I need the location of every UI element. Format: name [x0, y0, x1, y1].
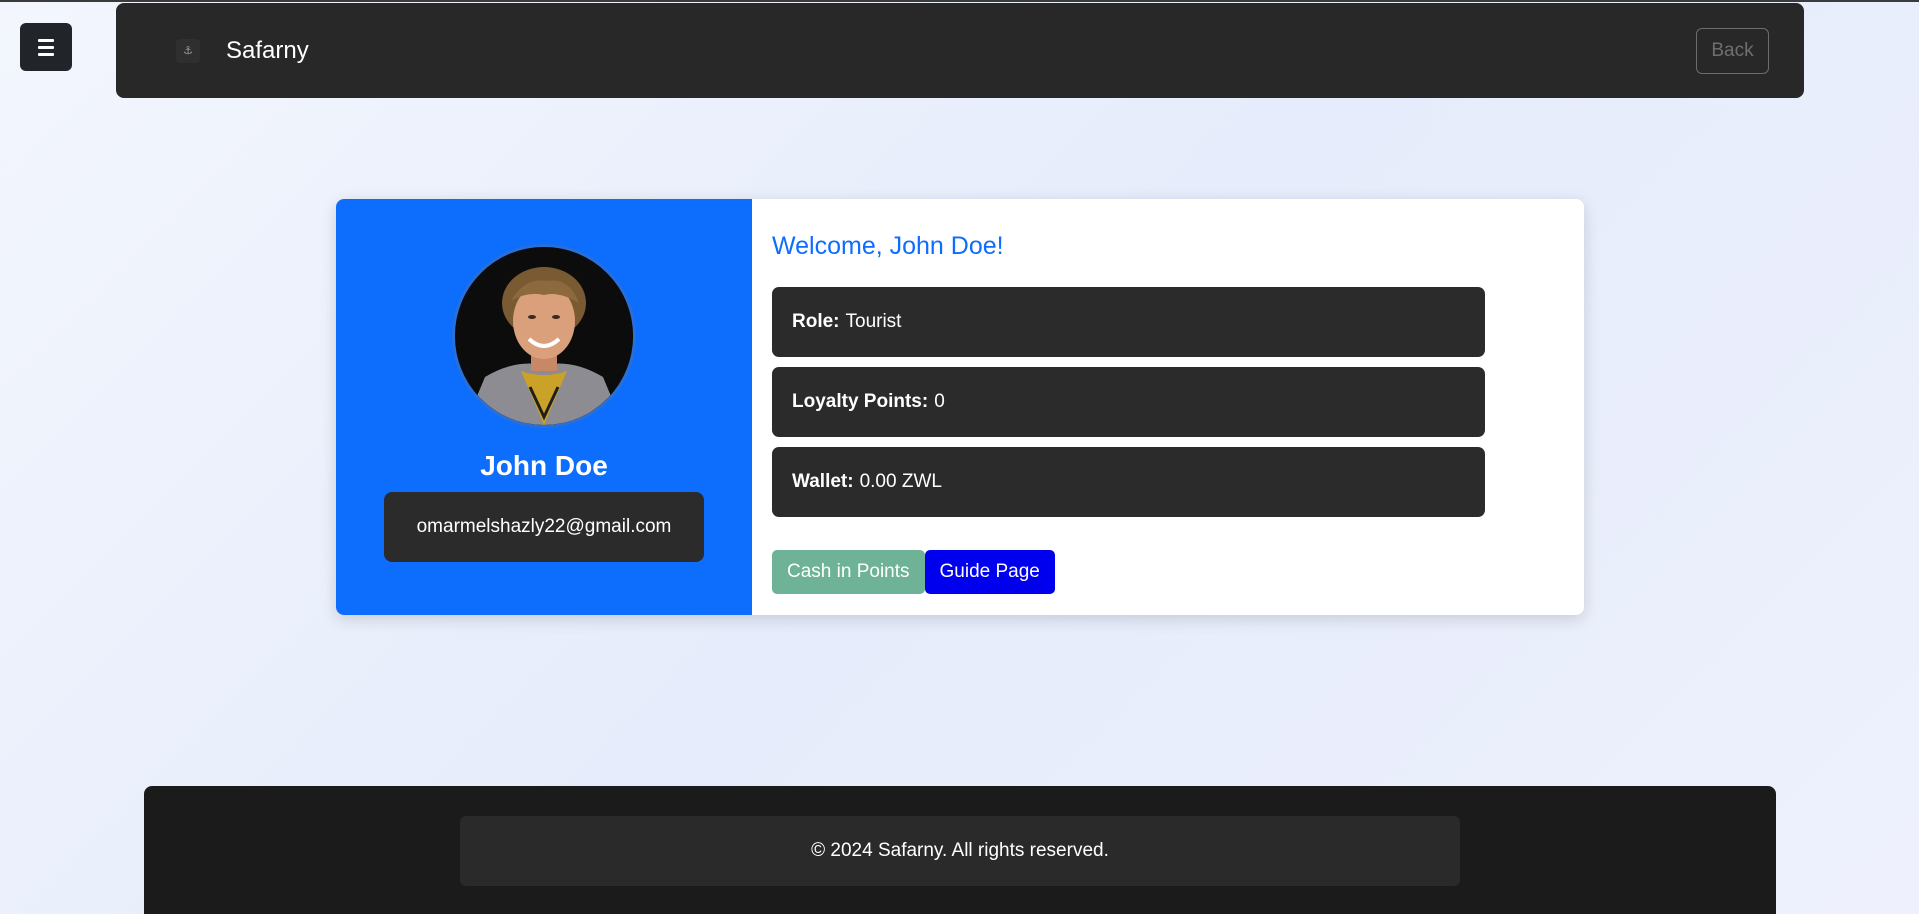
wallet-row: Wallet: 0.00 ZWL [772, 447, 1485, 517]
role-label: Role: [792, 311, 840, 332]
welcome-heading: Welcome, John Doe! [772, 232, 1004, 260]
profile-card: John Doe omarmelshazly22@gmail.com Welco… [336, 199, 1584, 615]
role-value: Tourist [845, 311, 902, 332]
hamburger-icon [38, 38, 54, 56]
brand-name[interactable]: Safarny [226, 37, 309, 65]
profile-details: Welcome, John Doe! Role: Tourist Loyalty… [752, 199, 1584, 615]
action-buttons: Cash in Points Guide Page [772, 550, 1055, 594]
guide-page-button[interactable]: Guide Page [924, 550, 1055, 594]
loyalty-points-label: Loyalty Points: [792, 391, 929, 412]
role-row: Role: Tourist [772, 287, 1485, 357]
logo-icon[interactable]: ⚓ [176, 38, 200, 63]
loyalty-points-row: Loyalty Points: 0 [772, 367, 1485, 437]
back-button[interactable]: Back [1696, 27, 1769, 74]
top-navbar: ⚓ Safarny Back [116, 3, 1804, 98]
profile-sidebar: John Doe omarmelshazly22@gmail.com [336, 199, 752, 615]
wallet-label: Wallet: [792, 471, 854, 492]
avatar [452, 244, 636, 428]
loyalty-points-value: 0 [934, 391, 945, 412]
copyright-text: © 2024 Safarny. All rights reserved. [460, 816, 1460, 886]
wallet-value: 0.00 ZWL [859, 471, 942, 492]
info-list: Role: Tourist Loyalty Points: 0 Wallet: … [772, 287, 1564, 517]
cash-in-points-button[interactable]: Cash in Points [772, 550, 925, 594]
menu-toggle-button[interactable] [20, 23, 72, 71]
footer: © 2024 Safarny. All rights reserved. [144, 786, 1776, 914]
user-photo [455, 247, 633, 425]
user-name: John Doe [480, 450, 608, 481]
user-email: omarmelshazly22@gmail.com [384, 492, 704, 562]
